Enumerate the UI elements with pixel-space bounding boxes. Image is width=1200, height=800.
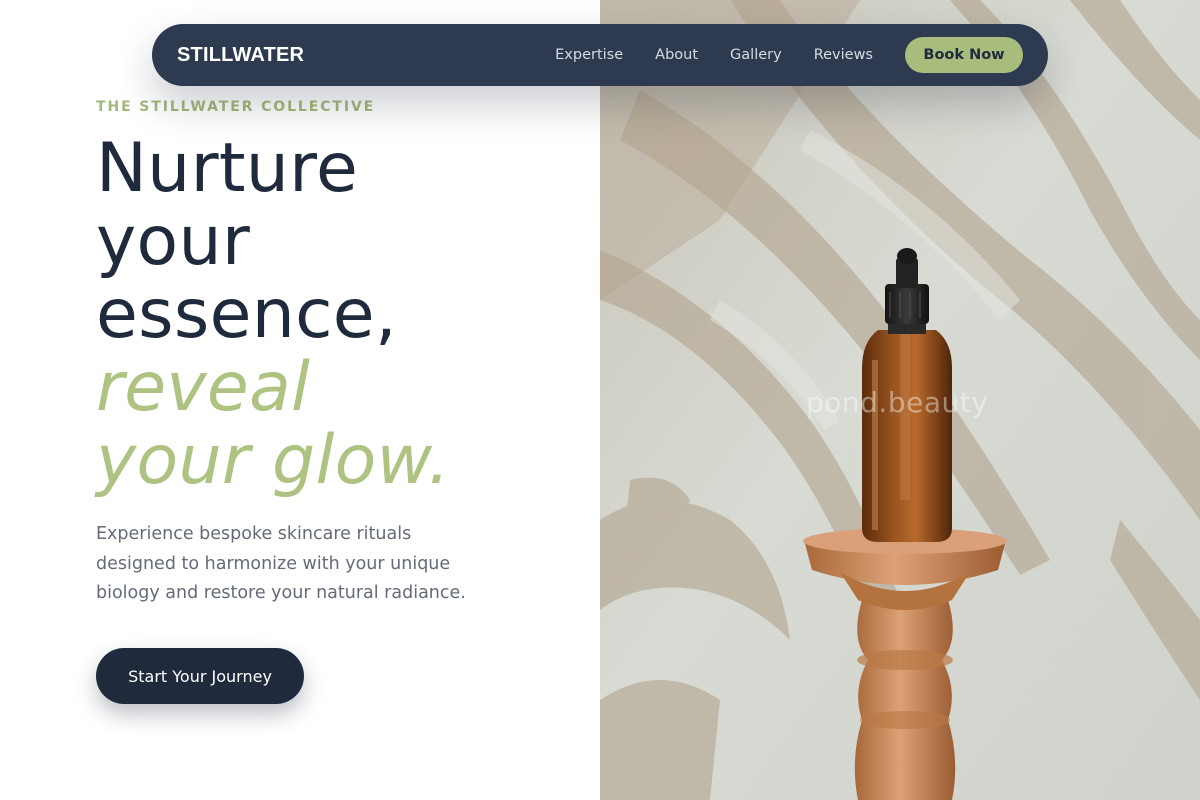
- image-watermark: pond.beauty: [806, 386, 989, 419]
- hero-headline: Nurture your essence, reveal your glow.: [96, 132, 450, 497]
- eyebrow-label: THE STILLWATER COLLECTIVE: [96, 99, 376, 115]
- nav-link-gallery[interactable]: Gallery: [730, 47, 782, 63]
- book-now-button[interactable]: Book Now: [905, 37, 1023, 73]
- top-navbar: STILLWATER Expertise About Gallery Revie…: [152, 24, 1048, 86]
- hero-image: pond.beauty: [600, 0, 1200, 800]
- headline-line: your: [96, 202, 251, 281]
- headline-accent-line: your glow.: [96, 421, 451, 500]
- landing-page: pond.beauty STILLWATER Expertise About G…: [0, 0, 1200, 800]
- nav-links: Expertise About Gallery Reviews Book Now: [555, 37, 1023, 73]
- headline-line: essence,: [96, 275, 397, 354]
- nav-link-about[interactable]: About: [655, 47, 698, 63]
- headline-accent-line: reveal: [96, 348, 311, 427]
- nav-link-reviews[interactable]: Reviews: [814, 47, 873, 63]
- hero-description: Experience bespoke skincare rituals desi…: [96, 524, 466, 603]
- nav-link-expertise[interactable]: Expertise: [555, 47, 623, 63]
- brand-logo[interactable]: STILLWATER: [177, 44, 304, 67]
- start-journey-button[interactable]: Start Your Journey: [96, 648, 304, 704]
- headline-line: Nurture: [96, 129, 359, 208]
